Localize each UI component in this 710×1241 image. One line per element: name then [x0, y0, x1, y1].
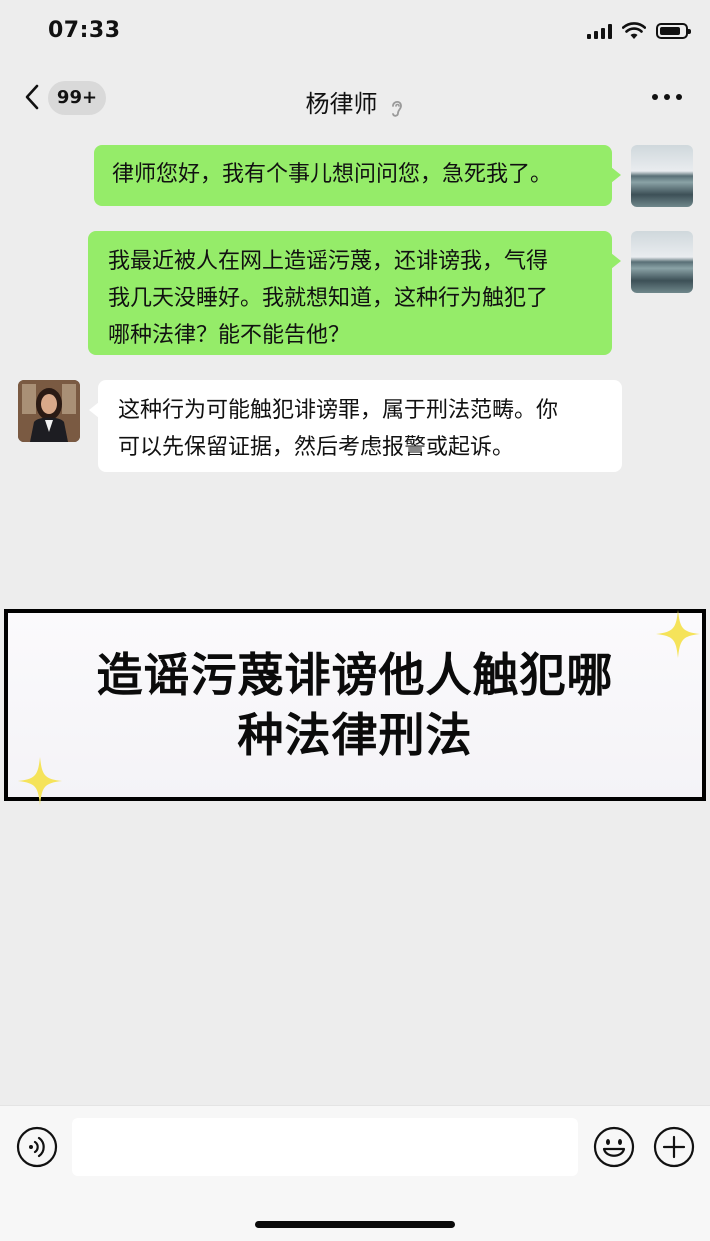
wifi-icon — [622, 22, 646, 39]
plus-icon[interactable] — [653, 1126, 695, 1168]
home-indicator[interactable] — [255, 1221, 455, 1228]
chat-header: 99+ 杨律师 — [0, 70, 710, 130]
message-line: 我最近被人在网上造谣污蔑，还诽谤我，气得 — [108, 249, 549, 274]
more-dots-icon[interactable] — [652, 94, 682, 100]
message-outgoing[interactable]: 律师您好，我有个事儿想问问您，急死我了。 — [94, 145, 621, 206]
status-icons — [587, 22, 691, 40]
chat-title[interactable]: 杨律师 — [305, 90, 377, 118]
title-banner: 造谣污蔑诽谤他人触犯哪 种法律刑法 — [4, 609, 706, 805]
message-line: 我几天没睡好。我就想知道，这种行为触犯了 — [108, 286, 549, 311]
message-input[interactable] — [72, 1118, 578, 1176]
banner-line: 种法律刑法 — [237, 708, 473, 762]
message-outgoing[interactable]: 我最近被人在网上造谣污蔑，还诽谤我，气得 我几天没睡好。我就想知道，这种行为触犯… — [88, 231, 621, 355]
ear-icon — [391, 100, 402, 117]
emoji-icon[interactable] — [593, 1126, 635, 1168]
sparkle-icon — [656, 610, 700, 658]
my-avatar[interactable] — [631, 145, 693, 207]
signal-icon — [587, 23, 612, 39]
status-bar: 07:33 — [0, 0, 710, 66]
banner-title: 造谣污蔑诽谤他人触犯哪 种法律刑法 — [8, 645, 702, 765]
message-line: 可以先保留证据，然后考虑报警或起诉。 — [118, 435, 515, 460]
battery-icon — [656, 23, 691, 39]
banner-line: 造谣污蔑诽谤他人触犯哪 — [96, 648, 614, 702]
lawyer-portrait-icon — [18, 380, 80, 442]
message-line: 这种行为可能触犯诽谤罪，属于刑法范畴。你 — [118, 398, 559, 423]
voice-icon[interactable] — [16, 1126, 58, 1168]
my-avatar[interactable] — [631, 231, 693, 293]
lawyer-avatar[interactable] — [18, 380, 80, 442]
battery-fill — [660, 27, 681, 35]
message-line: 哪种法律？能不能告他？ — [108, 323, 351, 348]
message-text: 律师您好，我有个事儿想问问您，急死我了。 — [112, 162, 553, 187]
message-incoming[interactable]: 这种行为可能触犯诽谤罪，属于刑法范畴。你 可以先保留证据，然后考虑报警或起诉。 — [89, 380, 622, 472]
status-time: 07:33 — [48, 18, 121, 43]
sparkle-icon — [18, 757, 62, 805]
chat-title-area: 杨律师 — [0, 84, 710, 119]
